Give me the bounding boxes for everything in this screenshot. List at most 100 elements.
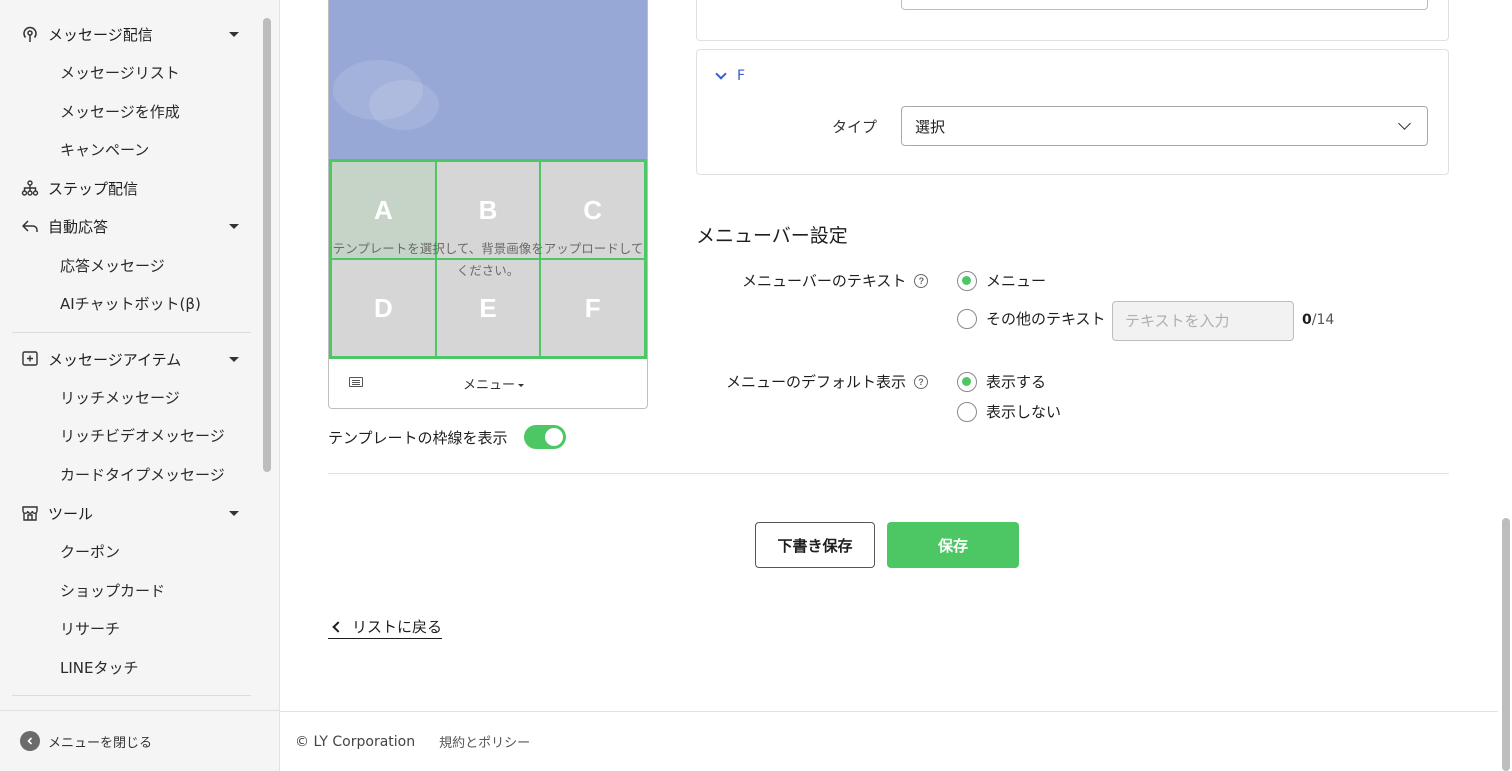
area-f-title: F [737, 68, 746, 84]
sidebar: メッセージ配信 メッセージリスト メッセージを作成 キャンペーン ステップ配信 … [0, 0, 280, 771]
sidebar-item-label: 応答メッセージ [60, 256, 165, 275]
help-icon[interactable]: ? [914, 273, 929, 288]
save-button[interactable]: 保存 [887, 522, 1019, 568]
sidebar-item-label: ステップ配信 [48, 179, 139, 198]
sidebar-item-label: リサーチ [60, 619, 121, 638]
caret-down-icon [229, 31, 239, 37]
sidebar-item-label: メッセージを作成 [60, 102, 180, 121]
sidebar-item-label: カードタイプメッセージ [60, 465, 225, 484]
sidebar-item-label: キャンペーン [60, 140, 150, 159]
sidebar-item-label: ツール [48, 504, 94, 523]
sidebar-item-auto-reply[interactable]: 自動応答 [0, 207, 262, 245]
area-f-panel: F タイプ 選択 [696, 49, 1449, 175]
sidebar-item-message-items[interactable]: メッセージアイテム [0, 340, 262, 378]
caret-down-icon [229, 510, 239, 516]
sidebar-item-label: メッセージアイテム [48, 350, 182, 369]
menubar-custom-text-input[interactable] [1112, 301, 1294, 341]
sidebar-item-coupon[interactable]: クーポン [0, 532, 262, 570]
menubar-text-option-menu[interactable]: メニュー [957, 270, 1046, 291]
sidebar-item-label: ショップカード [60, 581, 166, 600]
sidebar-item-response-message[interactable]: 応答メッセージ [0, 246, 262, 284]
area-cell-e[interactable]: E [435, 259, 541, 357]
sidebar-item-card-message[interactable]: カードタイプメッセージ [0, 455, 262, 493]
sidebar-item-step-broadcast[interactable]: ステップ配信 [0, 169, 262, 207]
menubar-section-title: メニューバー設定 [696, 225, 848, 247]
page-scrollbar[interactable] [1502, 518, 1510, 771]
sidebar-item-rich-message[interactable]: リッチメッセージ [0, 378, 262, 416]
type-select-value: 選択 [915, 117, 946, 136]
rich-menu-preview: A B C D E F テンプレートを選択して、背景画像をアップロードしてくださ… [328, 0, 648, 409]
rich-menu-area-grid: A B C D E F [329, 159, 647, 359]
sidebar-divider [12, 695, 251, 696]
radio-label: 表示しない [986, 403, 1062, 421]
caret-down-icon [229, 356, 239, 362]
terms-policy-link[interactable]: 規約とポリシー [439, 732, 530, 751]
area-e-panel [696, 0, 1449, 41]
back-to-list-link[interactable]: リストに戻る [328, 616, 443, 639]
footer: © LY Corporation 規約とポリシー [280, 711, 1498, 771]
caret-down-icon [518, 384, 525, 387]
area-e-field[interactable] [901, 0, 1428, 10]
sidebar-item-label: メッセージ配信 [48, 25, 153, 44]
menu-default-display-label: メニューのデフォルト表示? [726, 371, 929, 392]
back-to-list-label: リストに戻る [352, 618, 443, 636]
area-cell-c[interactable]: C [540, 161, 645, 259]
chevron-left-icon [332, 620, 344, 633]
sidebar-item-research[interactable]: リサーチ [0, 609, 262, 647]
add-box-icon [20, 349, 40, 369]
sidebar-item-line-touch[interactable]: LINEタッチ [0, 648, 262, 686]
sidebar-item-rich-video-message[interactable]: リッチビデオメッセージ [0, 416, 262, 454]
sidebar-item-ai-chatbot[interactable]: AIチャットボット(β) [0, 284, 262, 322]
close-menu-button[interactable]: メニューを閉じる [0, 710, 279, 771]
area-cell-f[interactable]: F [540, 259, 645, 357]
area-cell-a[interactable]: A [331, 161, 436, 259]
radio-label: その他のテキスト [986, 310, 1106, 328]
toggle-knob [544, 428, 563, 446]
preview-background-image [329, 0, 647, 159]
preview-menu-bar: メニュー [329, 359, 647, 408]
menubar-text-option-other[interactable]: その他のテキスト [957, 308, 1106, 329]
menubar-text-label: メニューバーのテキスト? [742, 270, 929, 291]
sidebar-item-campaign[interactable]: キャンペーン [0, 130, 262, 168]
menu-default-option-show[interactable]: 表示する [957, 371, 1046, 392]
sidebar-scrollbar[interactable] [263, 18, 271, 472]
area-f-collapse-toggle[interactable]: F [715, 68, 746, 84]
sidebar-divider [12, 332, 251, 333]
char-counter: 0/14 [1302, 312, 1335, 328]
radio-button[interactable] [957, 371, 977, 392]
sidebar-item-label: クーポン [60, 542, 121, 561]
sidebar-item-shop-card[interactable]: ショップカード [0, 571, 262, 609]
copyright-text: © LY Corporation [295, 733, 416, 750]
chevron-down-icon [715, 68, 727, 80]
radio-label: メニュー [986, 272, 1047, 290]
chevron-down-icon [1398, 117, 1411, 130]
shop-icon [20, 503, 40, 523]
template-border-toggle[interactable] [523, 425, 566, 449]
template-border-toggle-row: テンプレートの枠線を表示 [328, 424, 566, 450]
sidebar-item-label: リッチメッセージ [60, 388, 180, 407]
save-draft-button[interactable]: 下書き保存 [755, 522, 875, 568]
sidebar-item-label: リッチビデオメッセージ [60, 426, 225, 445]
chevron-left-icon [20, 731, 40, 751]
area-cell-b[interactable]: B [435, 161, 541, 259]
broadcast-icon [20, 24, 40, 44]
area-cell-d[interactable]: D [331, 259, 436, 357]
radio-button[interactable] [957, 308, 977, 329]
sidebar-item-create-message[interactable]: メッセージを作成 [0, 92, 262, 130]
sidebar-item-label: メッセージリスト [60, 63, 180, 82]
type-select[interactable]: 選択 [901, 106, 1428, 146]
step-flow-icon [20, 178, 40, 198]
sidebar-item-label: 自動応答 [48, 217, 109, 236]
type-label: タイプ [832, 118, 878, 136]
preview-menu-label: メニュー [463, 374, 525, 393]
sidebar-item-message-broadcast[interactable]: メッセージ配信 [0, 15, 262, 53]
sidebar-item-tools[interactable]: ツール [0, 494, 262, 532]
radio-button[interactable] [957, 270, 977, 291]
keyboard-icon [349, 377, 363, 387]
radio-button[interactable] [957, 401, 977, 422]
reply-icon [20, 216, 40, 236]
sidebar-item-message-list[interactable]: メッセージリスト [0, 53, 262, 91]
help-icon[interactable]: ? [914, 374, 929, 389]
radio-label: 表示する [986, 373, 1047, 391]
menu-default-option-hide[interactable]: 表示しない [957, 401, 1061, 422]
